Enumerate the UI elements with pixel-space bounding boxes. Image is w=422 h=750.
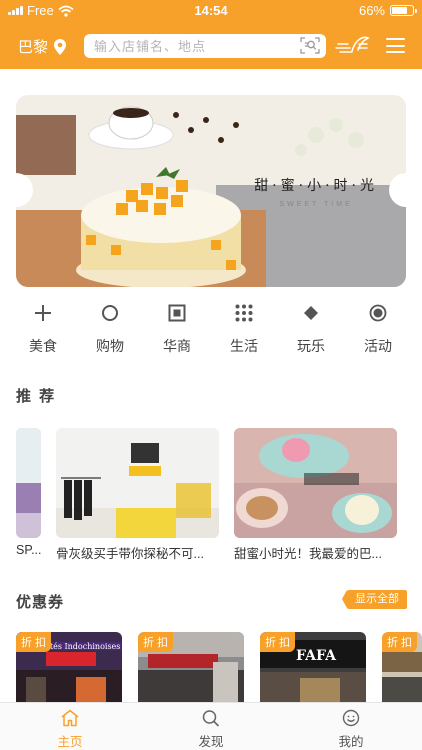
status-right: 66%	[358, 3, 417, 18]
category-events[interactable]: 活动	[348, 300, 408, 356]
search-box[interactable]	[84, 34, 326, 58]
banner-caption: 甜·蜜·小·时·光 SWEET TIME	[254, 175, 378, 208]
coupon-sign: FAFA	[296, 648, 337, 664]
city-label: 巴黎	[18, 39, 49, 56]
smiley-icon	[342, 709, 360, 727]
category-label: 玩乐	[297, 338, 325, 354]
plus-icon	[35, 305, 51, 321]
recommend-text[interactable]: 甜蜜小时光！我最爱的巴...	[234, 543, 399, 562]
category-label: 活动	[364, 338, 392, 354]
category-label: 华商	[163, 338, 191, 354]
search-icon	[202, 710, 220, 727]
app-header: Free 14:54 66% 巴黎	[0, 0, 422, 69]
banner-subtitle: SWEET TIME	[279, 201, 353, 208]
menu-icon[interactable]	[386, 38, 405, 53]
bottom-tab-bar: 主页 发现 我的	[0, 702, 422, 750]
banner-carousel[interactable]: 甜·蜜·小·时·光 SWEET TIME	[16, 95, 406, 287]
search-input[interactable]	[94, 37, 294, 55]
category-grid: 美食 购物 华商 生活 玩乐 活动	[0, 300, 422, 360]
tab-label: 发现	[198, 735, 224, 749]
category-label: 购物	[96, 338, 124, 354]
category-fun[interactable]: 玩乐	[281, 300, 341, 356]
category-food[interactable]: 美食	[13, 300, 73, 356]
show-all-button[interactable]: 显示全部	[342, 590, 407, 609]
diamond-icon	[304, 306, 318, 320]
tab-label: 我的	[338, 735, 364, 749]
home-icon	[61, 709, 79, 727]
coupon-card[interactable]: 折 扣	[382, 632, 422, 702]
coupon-card[interactable]: 折 扣	[138, 632, 244, 702]
tab-home[interactable]: 主页	[40, 708, 100, 750]
recommend-image	[16, 428, 41, 538]
battery-icon	[390, 5, 417, 16]
scan-search-icon[interactable]	[300, 37, 320, 54]
category-label: 生活	[230, 338, 258, 354]
coupon-card[interactable]: 折 扣 Spécialités Indochinoises	[16, 632, 122, 702]
recommend-image	[234, 428, 397, 538]
radio-icon	[369, 304, 387, 322]
category-shopping[interactable]: 购物	[80, 300, 140, 356]
recommend-text[interactable]: 骨灰级买手带你探秘不可...	[56, 543, 221, 562]
tab-profile[interactable]: 我的	[321, 708, 381, 750]
recommend-title: 推 荐	[16, 388, 57, 405]
circle-icon	[102, 305, 118, 321]
city-selector[interactable]: 巴黎	[18, 36, 67, 57]
tab-label: 主页	[57, 735, 83, 749]
recommend-card[interactable]	[234, 428, 397, 538]
coupon-card[interactable]: 折 扣 FAFA	[260, 632, 366, 702]
status-bar: Free 14:54 66%	[0, 0, 422, 22]
recommend-card[interactable]	[16, 428, 41, 538]
tab-discover[interactable]: 发现	[181, 708, 241, 750]
nav-bar: 巴黎	[0, 26, 422, 64]
category-label: 美食	[29, 338, 57, 354]
coupons-title: 优惠券	[16, 594, 65, 611]
recommend-card[interactable]	[56, 428, 219, 538]
recommend-text[interactable]: SP...	[16, 543, 41, 557]
category-life[interactable]: 生活	[214, 300, 274, 356]
grid-dots-icon	[235, 304, 253, 322]
location-pin-icon	[54, 38, 67, 55]
discount-tag: 折 扣	[138, 632, 174, 652]
battery-percent: 66%	[358, 3, 385, 18]
banner-title: 甜·蜜·小·时·光	[254, 178, 378, 194]
discount-tag: 折 扣	[260, 632, 296, 652]
recommend-image	[56, 428, 219, 538]
square-icon	[168, 304, 186, 322]
discount-tag: 折 扣	[16, 632, 52, 652]
discount-tag: 折 扣	[382, 632, 418, 652]
brand-logo-icon[interactable]	[334, 34, 370, 56]
category-chinese-business[interactable]: 华商	[147, 300, 207, 356]
